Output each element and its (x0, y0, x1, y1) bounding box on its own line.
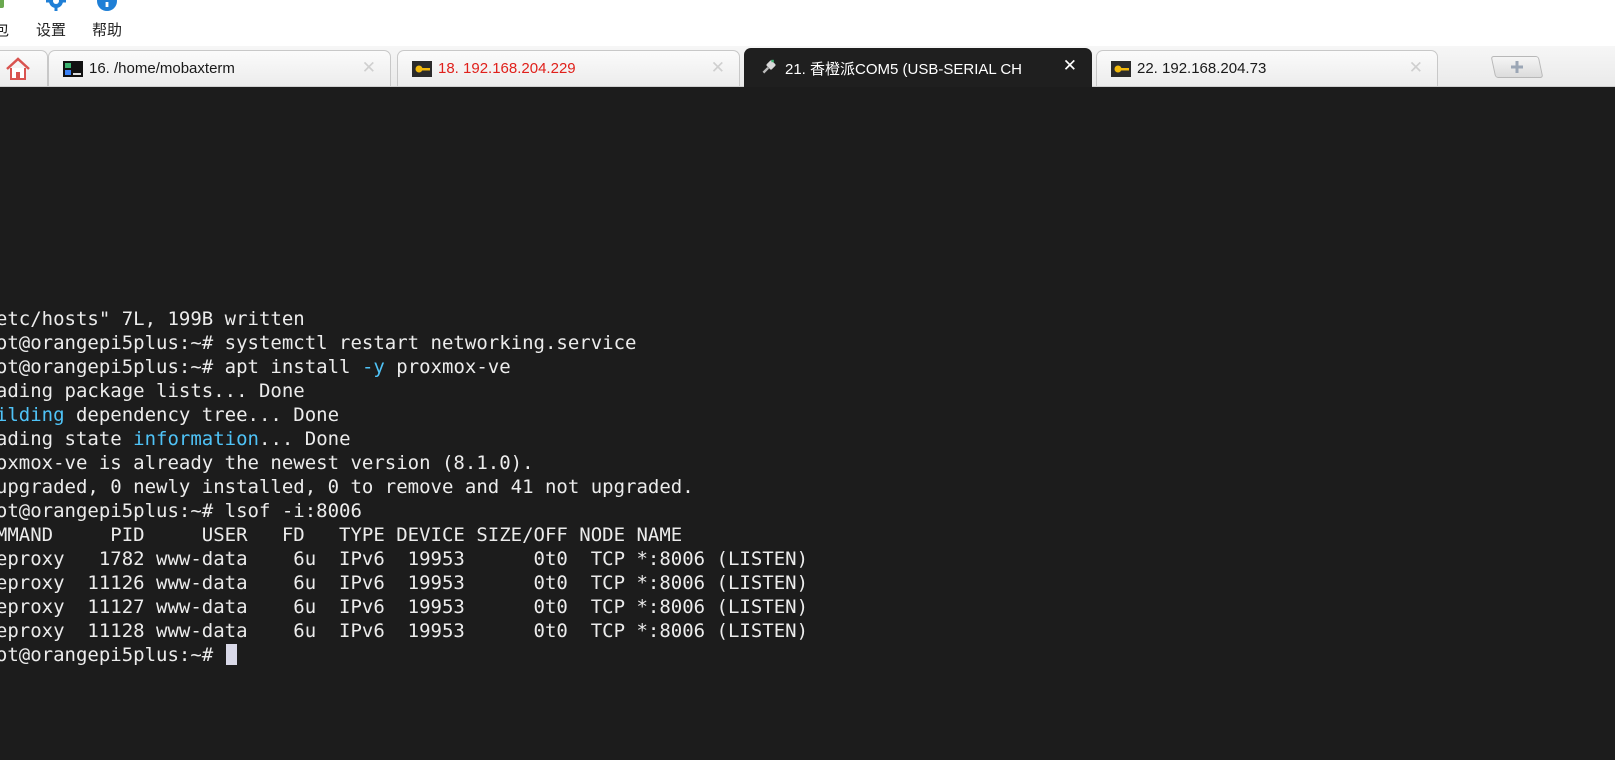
key-icon (412, 61, 432, 77)
serial-plug-icon (762, 59, 776, 74)
toolbar-settings-label: 设置 (36, 21, 67, 39)
tab-label: 21. 香橙派COM5 (USB-SERIAL CH (785, 61, 1022, 78)
terminal-line: "/etc/hosts" 7L, 199B written (0, 308, 305, 330)
home-icon (6, 57, 30, 80)
terminal-line: Reading state information... Done (0, 427, 808, 451)
terminal-line: Building dependency tree... Done (0, 403, 808, 427)
terminal-line: pveproxy 1782 www-data 6u IPv6 19953 0t0… (0, 548, 809, 570)
toolbar-help-label: 帮助 (92, 21, 123, 39)
close-icon[interactable]: ✕ (711, 58, 725, 78)
plus-icon (1511, 61, 1523, 73)
tab-ssh-192-168-204-229[interactable]: 18. 192.168.204.229 ✕ (397, 50, 740, 86)
gear-icon (46, 0, 66, 11)
terminal-text: proxmox-ve (384, 356, 511, 378)
help-icon (97, 0, 117, 11)
key-icon (1111, 61, 1131, 77)
terminal-text: Reading state (0, 428, 122, 450)
home-tab[interactable] (0, 50, 48, 86)
terminal-line: pveproxy 11126 www-data 6u IPv6 19953 0t… (0, 572, 809, 594)
terminal-line: Reading package lists... Done (0, 380, 305, 402)
new-tab-button[interactable] (1490, 56, 1544, 78)
terminal-line: root@orangepi5plus:~# lsof -i:8006 (0, 500, 362, 522)
toolbar-help-button[interactable]: 帮助 (90, 0, 130, 46)
terminal-cursor (225, 644, 237, 665)
package-icon (0, 0, 4, 8)
toolbar-package-label: 包 (0, 21, 10, 39)
close-icon[interactable]: ✕ (1409, 58, 1423, 78)
terminal-text: root@orangepi5plus:~# apt install (0, 356, 362, 378)
terminal-text: dependency tree... Done (64, 404, 340, 426)
close-icon[interactable]: ✕ (1063, 56, 1077, 76)
terminal-prompt: root@orangepi5plus:~# (0, 644, 214, 666)
terminal-line: pveproxy 11128 www-data 6u IPv6 19953 0t… (0, 620, 809, 642)
toolbar-package-button[interactable]: 包 (0, 0, 24, 46)
terminal-keyword: information (133, 428, 259, 450)
terminal-line: COMMAND PID USER FD TYPE DEVICE SIZE/OFF… (0, 524, 683, 546)
terminal-text: ... Done (259, 428, 351, 450)
terminal-line: root@orangepi5plus:~# apt install -y pro… (0, 355, 808, 379)
toolbar-settings-button[interactable]: 设置 (34, 0, 74, 46)
terminal-line: root@orangepi5plus:~# systemctl restart … (0, 332, 637, 354)
main-toolbar: 包 设置 帮助 (0, 0, 1615, 46)
terminal-flag: -y (361, 356, 385, 378)
tab-label: 18. 192.168.204.229 (438, 60, 576, 77)
tab-label: 16. /home/mobaxterm (89, 60, 235, 77)
tab-ssh-192-168-204-73[interactable]: 22. 192.168.204.73 ✕ (1096, 50, 1438, 86)
tab-serial-com5[interactable]: 21. 香橙派COM5 (USB-SERIAL CH ✕ (744, 48, 1092, 87)
terminal-output-area[interactable]: "/etc/hosts" 7L, 199B written root@orang… (0, 87, 1615, 760)
tab-label: 22. 192.168.204.73 (1137, 60, 1267, 77)
terminal-icon (63, 61, 83, 77)
terminal-keyword: Building (0, 404, 65, 426)
terminal-line: pveproxy 11127 www-data 6u IPv6 19953 0t… (0, 596, 809, 618)
tab-home-mobaxterm[interactable]: 16. /home/mobaxterm ✕ (48, 50, 391, 86)
terminal-line: 0 upgraded, 0 newly installed, 0 to remo… (0, 476, 694, 498)
close-icon[interactable]: ✕ (362, 58, 376, 78)
terminal-lines: "/etc/hosts" 7L, 199B written root@orang… (0, 307, 808, 667)
terminal-line: root@orangepi5plus:~# (0, 643, 808, 667)
terminal-line: proxmox-ve is already the newest version… (0, 452, 534, 474)
